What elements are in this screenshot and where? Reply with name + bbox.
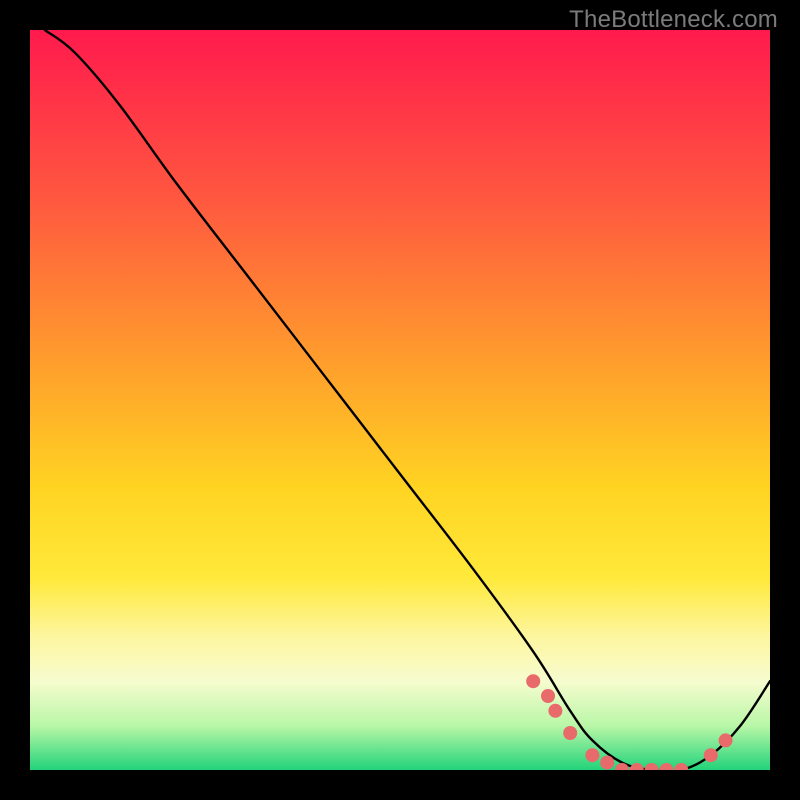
scatter-dot	[674, 763, 688, 770]
scatter-dot	[526, 674, 540, 688]
chart-svg	[30, 30, 770, 770]
scatter-dot	[585, 748, 599, 762]
chart-stage: TheBottleneck.com	[0, 0, 800, 800]
scatter-dot	[659, 763, 673, 770]
scatter-dot	[645, 763, 659, 770]
scatter-dot	[704, 748, 718, 762]
line-curve	[45, 30, 770, 770]
scatter-dot	[600, 756, 614, 770]
scatter-dot	[563, 726, 577, 740]
scatter-dot	[548, 704, 562, 718]
scatter-dot	[630, 763, 644, 770]
plot-area	[30, 30, 770, 770]
scatter-dot	[541, 689, 555, 703]
scatter-dot	[719, 733, 733, 747]
